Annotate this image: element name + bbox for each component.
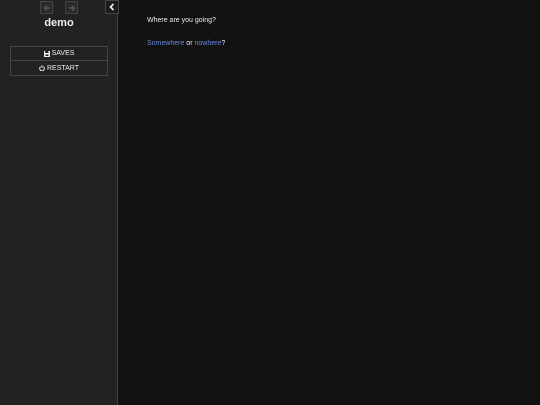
- sidebar-toggle-button[interactable]: [105, 0, 119, 14]
- chevron-left-icon: [109, 3, 115, 11]
- choice-connector: or: [184, 40, 195, 47]
- restart-label: RESTART: [46, 64, 80, 72]
- saves-button[interactable]: SAVES: [10, 46, 108, 61]
- passage: Where are you going? Somewhere or nowher…: [147, 17, 225, 47]
- power-icon: [39, 65, 45, 71]
- story-title: demo: [44, 17, 74, 29]
- passage-question: Where are you going?: [147, 17, 216, 24]
- link-nowhere[interactable]: nowhere: [194, 40, 221, 47]
- history-backward-button[interactable]: [40, 1, 53, 14]
- passage-choices: Somewhere or nowhere?: [147, 40, 225, 47]
- restart-button[interactable]: RESTART: [10, 61, 108, 76]
- history-forward-button[interactable]: [65, 1, 78, 14]
- arrow-right-icon: [68, 4, 75, 11]
- save-icon: [43, 50, 50, 57]
- sidebar: demo SAVES RESTART: [0, 0, 119, 405]
- choice-end: ?: [221, 40, 226, 47]
- link-somewhere[interactable]: Somewhere: [147, 40, 184, 47]
- saves-label: SAVES: [51, 50, 75, 57]
- arrow-left-icon: [43, 4, 50, 11]
